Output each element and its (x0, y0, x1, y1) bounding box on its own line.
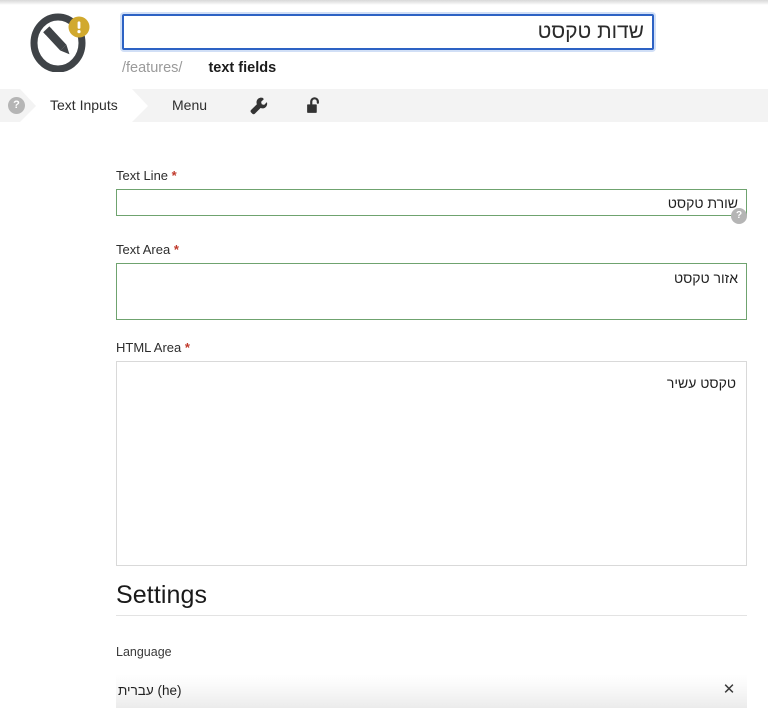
field-text-line-label: Text Line * (116, 168, 747, 184)
html-area-editor[interactable]: טקסט עשיר (116, 361, 747, 566)
tab-menu[interactable]: Menu (158, 89, 238, 122)
required-marker: * (173, 242, 179, 257)
field-text-area-label-text: Text Area (116, 242, 171, 257)
breadcrumb-path[interactable]: /features/ (122, 60, 182, 76)
settings-section: Settings Language עברית (he) ✕ (116, 580, 747, 708)
required-marker: * (184, 340, 190, 355)
page-title-input[interactable] (122, 14, 654, 50)
field-html-area-label: HTML Area * (116, 340, 747, 356)
app-logo (24, 12, 100, 72)
field-text-line-help-icon[interactable]: ? (731, 208, 747, 224)
field-text-area: Text Area * (116, 242, 747, 320)
settings-heading-text: Settings (116, 581, 208, 609)
text-line-input[interactable] (116, 189, 747, 216)
form-body: Text Line * ? Text Area * HTML Area * טק… (0, 122, 768, 709)
field-html-area-label-text: HTML Area (116, 340, 182, 355)
language-label: Language (116, 645, 172, 659)
field-text-line: Text Line * ? (116, 168, 747, 224)
breadcrumb-current: text fields (208, 60, 277, 76)
page-title-wrap (122, 14, 654, 50)
app-window: /features/text fields ? Text Inputs Menu… (0, 0, 768, 709)
close-icon[interactable]: ✕ (719, 680, 739, 700)
breadcrumb: /features/text fields (122, 60, 276, 76)
tab-bar: ? Text Inputs Menu (0, 89, 768, 122)
language-select[interactable]: עברית (he) ✕ (116, 674, 747, 708)
settings-divider (116, 615, 747, 616)
wrench-icon[interactable] (248, 95, 270, 117)
language-value: עברית (he) (118, 683, 182, 698)
settings-heading: Settings (116, 580, 747, 616)
field-text-area-label: Text Area * (116, 242, 747, 258)
unlock-icon[interactable] (303, 95, 325, 117)
page-header: /features/text fields (0, 5, 768, 89)
text-area-input[interactable] (116, 263, 747, 320)
required-marker: * (171, 168, 177, 183)
field-html-area: HTML Area * טקסט עשיר (116, 340, 747, 566)
tab-text-inputs[interactable]: Text Inputs (20, 89, 148, 122)
field-text-line-label-text: Text Line (116, 168, 169, 183)
